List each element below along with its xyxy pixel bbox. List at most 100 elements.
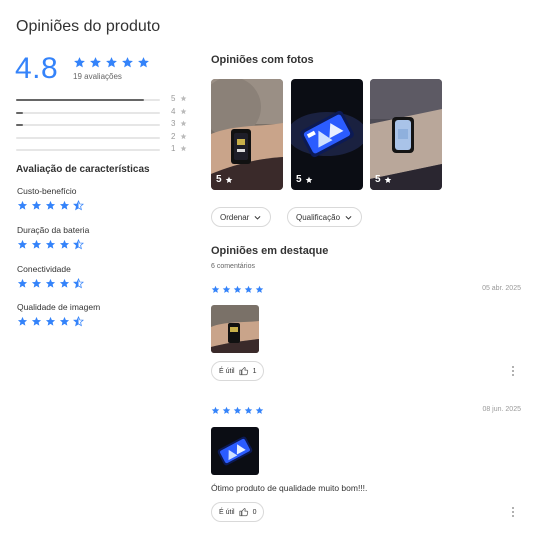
star-icon [45,200,56,211]
characteristics-title: Avaliação de características [16,164,150,175]
review-stars [211,406,523,415]
characteristic-label: Conectividade [17,264,71,274]
review-card: 05 abr. 2025 É útil 1 [211,285,523,385]
thumbs-up-icon [239,366,249,376]
characteristic-label: Qualidade de imagem [17,302,101,312]
star-icon [180,108,187,115]
review-card: 08 jun. 2025 Ótimo produto de qualidade … [211,406,523,526]
star-icon [255,406,264,415]
distribution-bar-track [16,149,160,151]
star-icon [17,200,28,211]
page-title: Opiniões do produto [16,18,161,35]
star-icon [244,406,253,415]
rating-filter-label: Qualificação [296,212,341,222]
smartwatch-thumbnail [211,427,259,475]
more-vertical-icon[interactable] [511,506,515,518]
photo-rating: 5 [216,174,233,185]
photo-rating: 5 [296,174,313,185]
rating-distribution-row: 1 [16,143,190,156]
review-photo[interactable]: 5 [291,79,363,190]
star-icon [73,316,84,327]
chevron-down-icon [253,213,262,222]
star-icon [17,316,28,327]
star-icon [121,56,134,69]
useful-count: 1 [252,367,257,375]
useful-button[interactable]: É útil 0 [211,502,265,522]
characteristic-item: Custo-benefício [17,186,84,211]
characteristic-stars [17,278,84,289]
star-icon [222,285,231,294]
order-dropdown[interactable]: Ordenar [211,207,272,227]
distribution-bar-fill [16,99,145,101]
review-photo-thumbnail[interactable] [211,305,259,353]
distribution-star-level: 1 [171,144,176,153]
distribution-star-level: 4 [171,106,176,116]
useful-button[interactable]: É útil 1 [211,361,265,381]
distribution-bar-track [16,124,160,126]
star-icon [225,176,233,184]
review-photo-thumbnail[interactable] [211,427,259,475]
photo-rating: 5 [375,174,392,185]
characteristic-item: Qualidade de imagem [17,302,100,327]
star-icon [233,285,242,294]
characteristic-stars [17,316,100,327]
star-icon [73,278,84,289]
rating-distribution-row: 4 [16,106,190,119]
star-icon [45,278,56,289]
star-icon [73,239,84,250]
rating-distribution-row: 5 [16,93,190,106]
rating-distribution: 5 4 3 2 1 [16,93,190,156]
star-icon [384,176,392,184]
more-vertical-icon[interactable] [511,365,515,377]
star-icon [105,56,118,69]
star-icon [305,176,313,184]
review-date: 08 jun. 2025 [482,406,521,413]
photo-rating-value: 5 [216,174,222,185]
rating-distribution-row: 2 [16,131,190,144]
star-icon [59,316,70,327]
star-icon [244,285,253,294]
rating-filter-dropdown[interactable]: Qualificação [287,207,363,227]
star-icon [89,56,102,69]
distribution-star-level: 2 [171,131,176,141]
review-date: 05 abr. 2025 [482,285,521,292]
average-rating: 4.8 [15,52,59,85]
distribution-bar-track [16,111,160,114]
useful-count: 0 [252,508,257,516]
star-icon [59,278,70,289]
rating-distribution-row: 3 [16,118,190,131]
star-icon [211,406,220,415]
characteristic-stars [17,239,89,250]
star-icon [255,285,264,294]
star-icon [180,133,187,140]
star-icon [180,95,187,102]
star-icon [59,239,70,250]
photo-rating-value: 5 [375,174,381,185]
star-icon [31,316,42,327]
star-icon [180,120,187,127]
star-icon [31,200,42,211]
photos-section-title: Opiniões com fotos [211,54,314,66]
distribution-bar-track [16,99,160,101]
useful-label: É útil [219,508,235,516]
star-icon [137,56,150,69]
review-stars [211,285,523,294]
star-icon [17,278,28,289]
characteristic-item: Conectividade [17,264,84,289]
average-rating-stars [73,56,150,69]
distribution-bar-track [16,136,160,139]
characteristic-label: Duração da bateria [17,225,90,235]
star-icon [73,56,86,69]
distribution-star-level: 3 [171,119,176,128]
review-text: Ótimo produto de qualidade muito bom!!!. [211,483,368,493]
reviews-count: 19 avaliações [73,72,122,81]
characteristic-stars [17,200,84,211]
star-icon [45,316,56,327]
photo-rating-value: 5 [296,174,302,185]
star-icon [222,406,231,415]
review-photo[interactable]: 5 [370,79,442,190]
featured-section-title: Opiniões em destaque [211,245,329,257]
useful-label: É útil [219,367,235,375]
review-photo[interactable]: 5 [211,79,283,190]
smartwatch-thumbnail [211,305,259,353]
